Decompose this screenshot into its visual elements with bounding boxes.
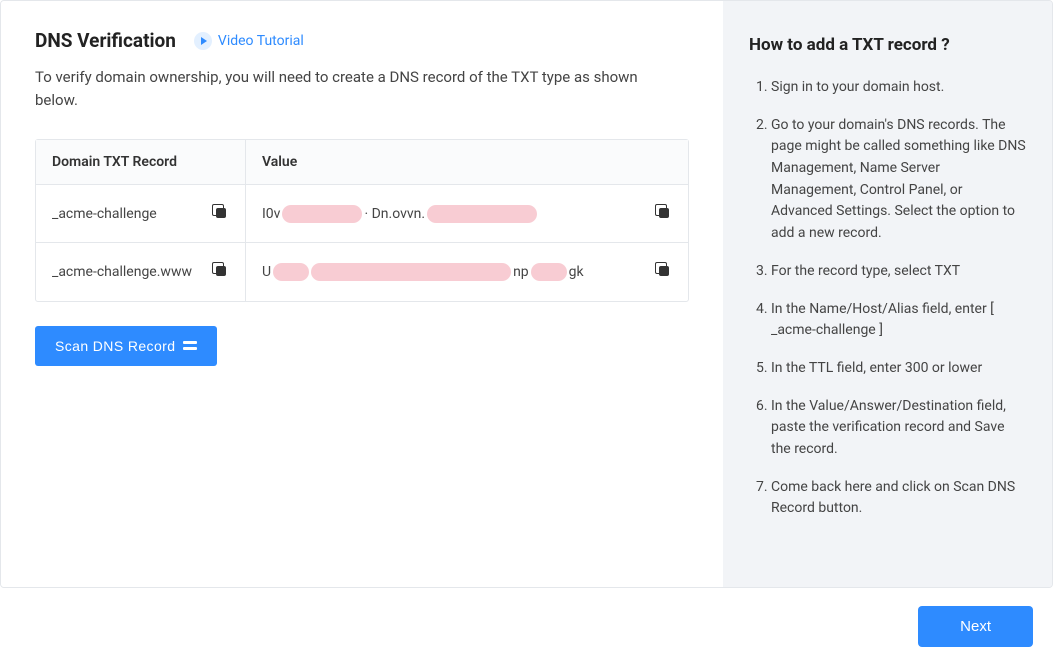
record-name: _acme-challenge.www [52,264,192,280]
redacted [273,263,309,281]
copy-icon[interactable] [215,207,229,221]
description-text: To verify domain ownership, you will nee… [35,66,675,111]
help-step: In the Value/Answer/Destination field, p… [771,396,1026,461]
value-fragment: · Dn.ovvn. [364,206,425,222]
value-fragment: I0v [262,206,280,222]
main-panel: DNS Verification Video Tutorial To verif… [1,1,723,587]
help-step: For the record type, select TXT [771,261,1026,283]
record-name: _acme-challenge [52,206,157,222]
redacted [311,263,511,281]
value-fragment: np [513,264,529,280]
redacted [531,263,567,281]
value-text: U np gk [262,263,650,281]
value-cell: U np gk [246,263,688,281]
redacted [427,205,537,223]
help-step: In the Name/Host/Alias field, enter [ _a… [771,299,1026,342]
copy-icon[interactable] [658,207,672,221]
table-header: Domain TXT Record Value [36,140,688,185]
video-tutorial-label: Video Tutorial [218,33,304,49]
help-step: Come back here and click on Scan DNS Rec… [771,477,1026,520]
table-row: _acme-challenge.www U np gk [36,243,688,301]
scan-dns-label: Scan DNS Record [55,338,175,354]
help-steps: Sign in to your domain host. Go to your … [749,77,1026,520]
copy-icon[interactable] [658,265,672,279]
help-panel: How to add a TXT record ? Sign in to you… [723,1,1052,587]
redacted [282,205,362,223]
txt-record-table: Domain TXT Record Value _acme-challenge … [35,139,689,302]
value-cell: I0v · Dn.ovvn. [246,205,688,223]
value-fragment: gk [569,264,584,280]
help-title: How to add a TXT record ? [749,35,1026,55]
header-value: Value [246,140,688,184]
help-step: Go to your domain's DNS records. The pag… [771,115,1026,245]
scan-icon [183,341,197,351]
verification-panel: DNS Verification Video Tutorial To verif… [0,0,1053,588]
help-step: In the TTL field, enter 300 or lower [771,358,1026,380]
video-tutorial-link[interactable]: Video Tutorial [194,32,304,50]
copy-icon[interactable] [215,265,229,279]
page-title: DNS Verification [35,29,176,52]
record-cell: _acme-challenge.www [36,243,246,301]
record-cell: _acme-challenge [36,185,246,242]
value-fragment: U [262,264,271,280]
footer: Next [0,588,1053,665]
value-text: I0v · Dn.ovvn. [262,205,650,223]
play-icon [194,32,212,50]
scan-dns-button[interactable]: Scan DNS Record [35,326,217,366]
next-button[interactable]: Next [918,606,1033,647]
header-domain-record: Domain TXT Record [36,140,246,184]
help-step: Sign in to your domain host. [771,77,1026,99]
header-row: DNS Verification Video Tutorial [35,29,689,52]
table-row: _acme-challenge I0v · Dn.ovvn. [36,185,688,243]
